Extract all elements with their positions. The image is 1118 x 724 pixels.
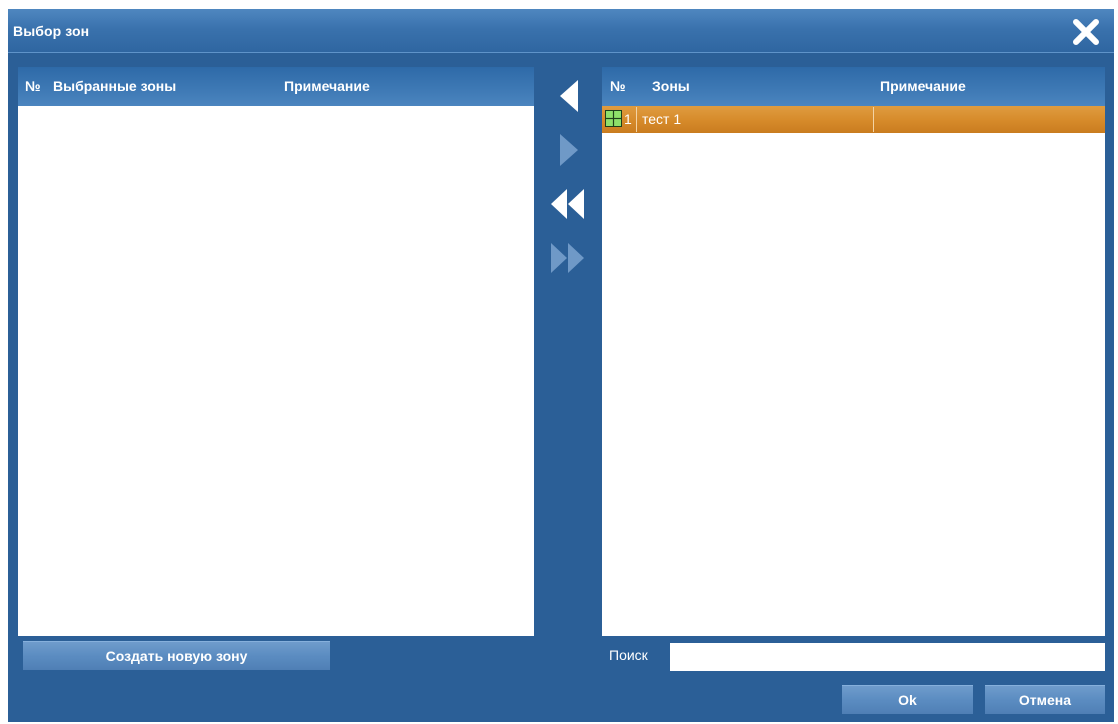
selected-zones-header: № Выбранные зоны Примечание: [18, 67, 534, 106]
column-divider: [873, 107, 874, 132]
column-selected-zones: Выбранные зоны: [53, 78, 177, 94]
column-note: Примечание: [880, 78, 966, 94]
search-label: Поиск: [609, 647, 648, 663]
dialog-title: Выбор зон: [13, 23, 90, 39]
column-note: Примечание: [284, 78, 370, 94]
title-bar: Выбор зон: [8, 9, 1114, 53]
zone-selection-dialog: Выбор зон № Выбранные зоны Примечание № …: [8, 9, 1114, 722]
zone-grid-icon: [605, 110, 622, 127]
selected-zones-panel: № Выбранные зоны Примечание: [18, 67, 534, 636]
double-arrow-right-icon[interactable]: [546, 238, 586, 278]
cancel-button[interactable]: Отмена: [985, 685, 1105, 714]
search-input[interactable]: [670, 643, 1105, 671]
close-icon[interactable]: [1072, 18, 1100, 46]
column-divider: [636, 107, 637, 132]
row-zone-name: тест 1: [642, 111, 682, 127]
create-new-zone-button[interactable]: Создать новую зону: [23, 641, 330, 670]
table-row[interactable]: 1 тест 1: [602, 106, 1105, 133]
arrow-right-icon[interactable]: [549, 130, 589, 170]
available-zones-panel: № Зоны Примечание 1 тест 1: [602, 67, 1105, 636]
arrow-left-icon[interactable]: [549, 76, 589, 116]
column-number: №: [610, 78, 626, 94]
column-zones: Зоны: [652, 78, 690, 94]
ok-button[interactable]: Ok: [842, 685, 973, 714]
column-number: №: [25, 78, 41, 94]
row-number: 1: [624, 111, 632, 127]
available-zones-header: № Зоны Примечание: [602, 67, 1105, 106]
double-arrow-left-icon[interactable]: [546, 184, 586, 224]
selected-zones-list[interactable]: [18, 106, 534, 636]
